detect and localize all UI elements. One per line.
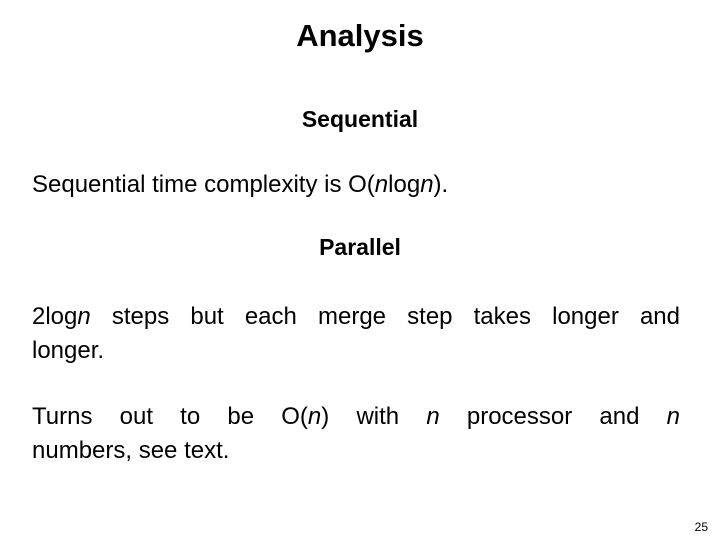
sequential-complexity-text: Sequential time complexity is O(nlogn). [32, 168, 680, 202]
heading-sequential: Sequential [301, 106, 419, 132]
parallel-complexity-text: Turns out to be O(n) with n processor an… [32, 400, 680, 468]
text-run: steps but each merge step takes longer a… [90, 303, 680, 330]
text-run: ). [433, 171, 449, 198]
text-line: numbers, see text. [32, 437, 230, 464]
text-run: processor and [439, 403, 667, 430]
text-run: 2log [32, 303, 78, 330]
page-number: 25 [694, 520, 708, 534]
italic-n: n [77, 303, 91, 330]
slide-title: Analysis [296, 18, 424, 53]
italic-n: n [420, 171, 434, 198]
italic-n: n [426, 403, 440, 430]
parallel-steps-text: 2logn steps but each merge step takes lo… [32, 300, 680, 368]
text-run: ) with [321, 403, 427, 430]
italic-n: n [666, 403, 681, 430]
italic-n: n [307, 403, 322, 430]
text-run: log [388, 171, 421, 198]
text-line: Turns out to be O(n) with n processor an… [32, 400, 680, 434]
heading-parallel: Parallel [319, 234, 401, 260]
text-run: Turns out to be O( [32, 403, 308, 430]
italic-n: n [374, 171, 389, 198]
text-line: 2logn steps but each merge step takes lo… [32, 300, 680, 334]
text-line: longer. [32, 337, 105, 364]
text-run: Sequential time complexity is O( [32, 171, 375, 198]
